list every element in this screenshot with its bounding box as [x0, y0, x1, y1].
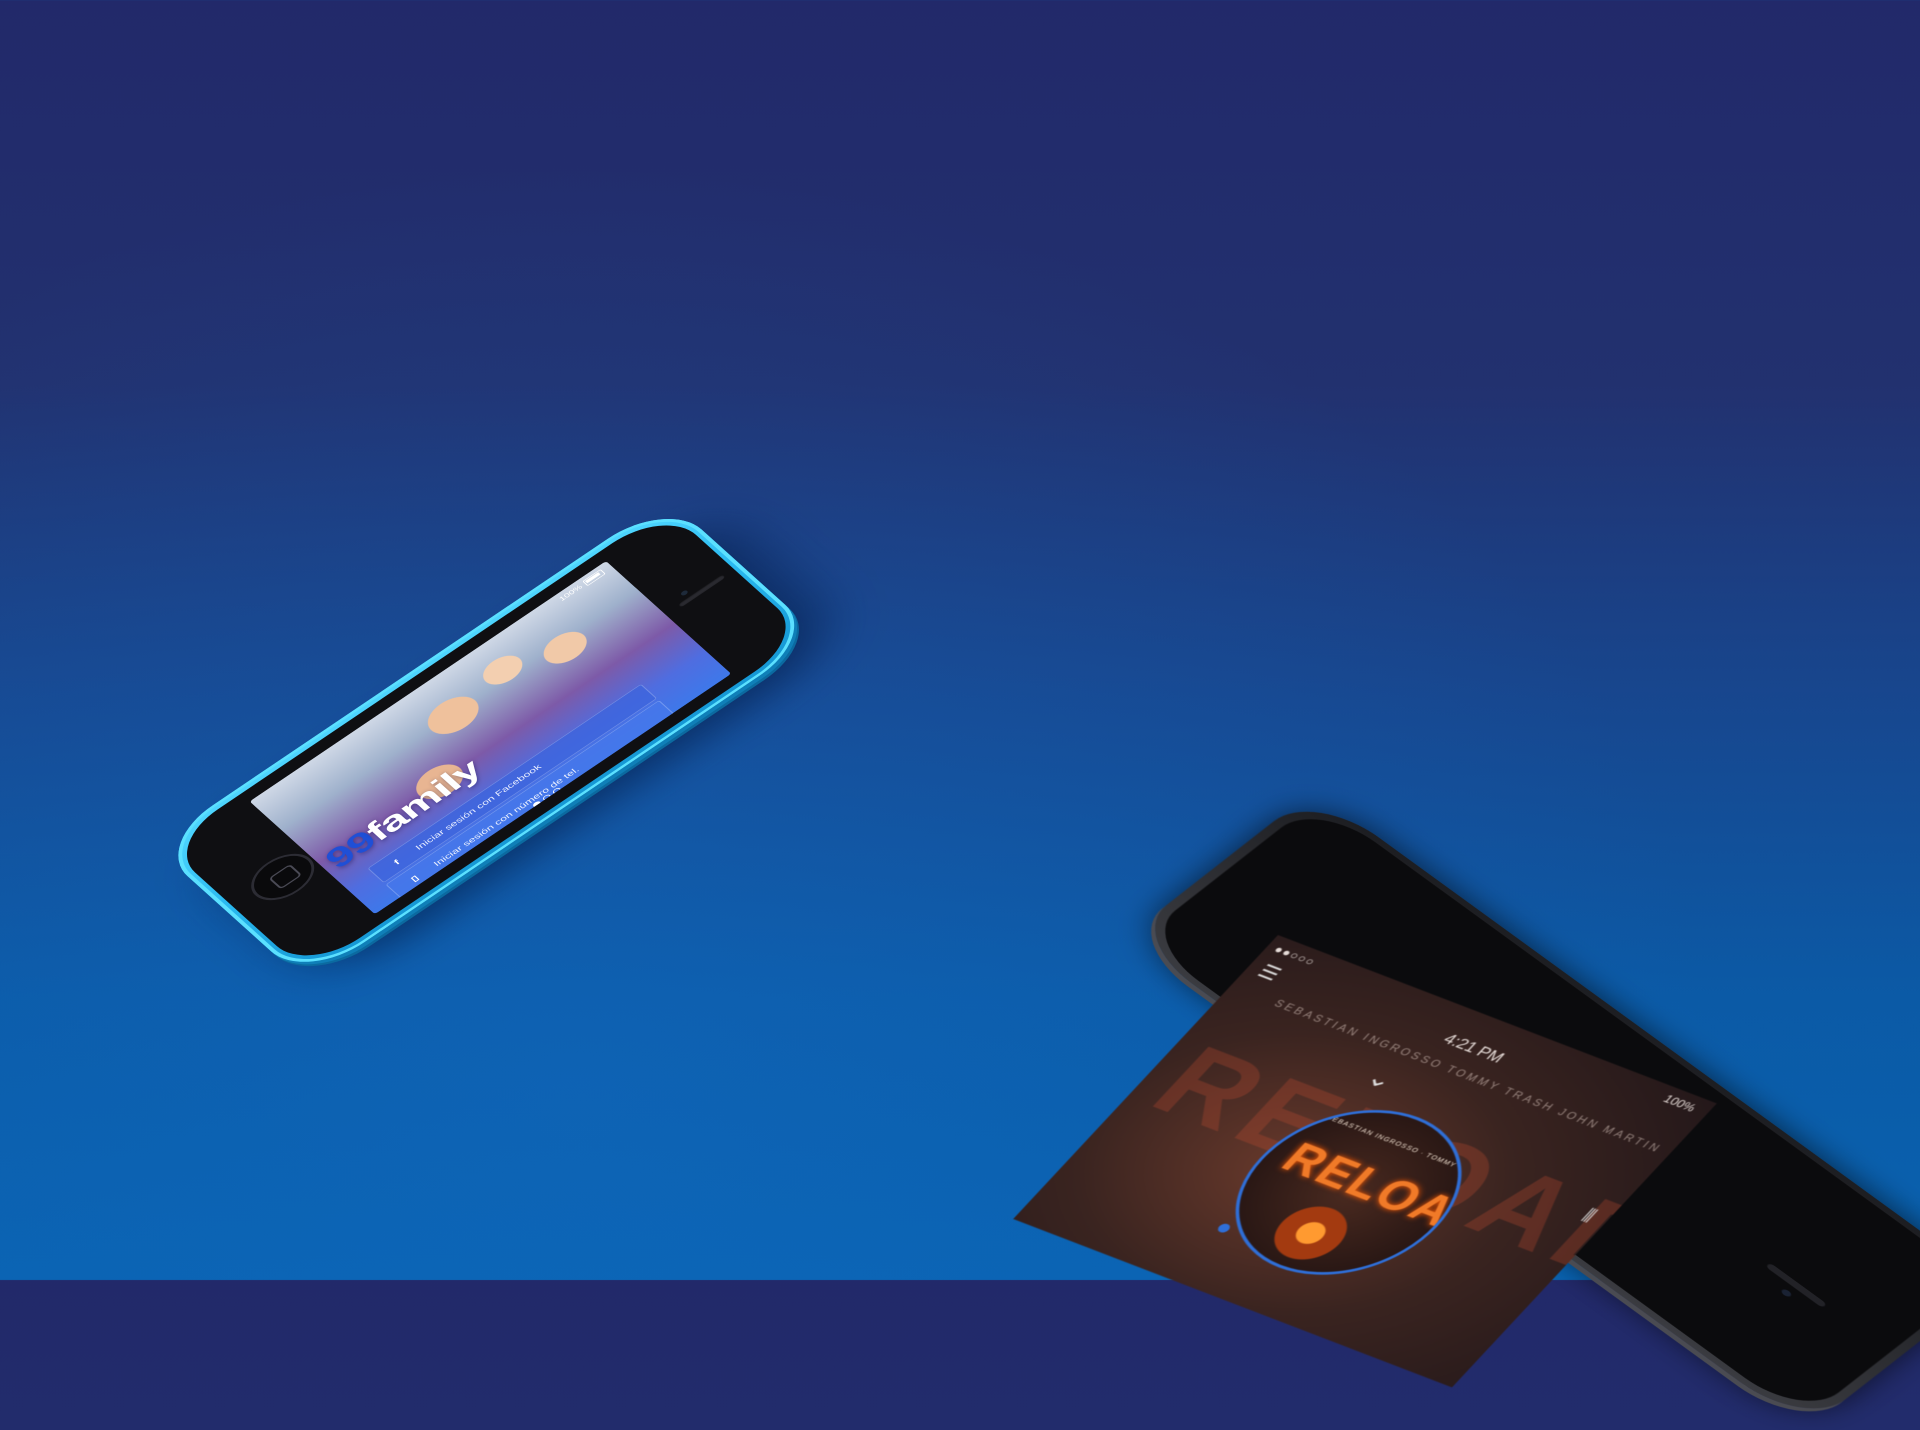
menu-icon[interactable]: ☰ [1252, 961, 1288, 985]
battery-percent: 100% [1660, 1092, 1700, 1115]
music-player-screen: ●●○○○ 4:21 PM 100% ☰ SEBASTIAN INGROSSO … [1013, 935, 1717, 1388]
progress-knob[interactable] [1215, 1222, 1233, 1234]
